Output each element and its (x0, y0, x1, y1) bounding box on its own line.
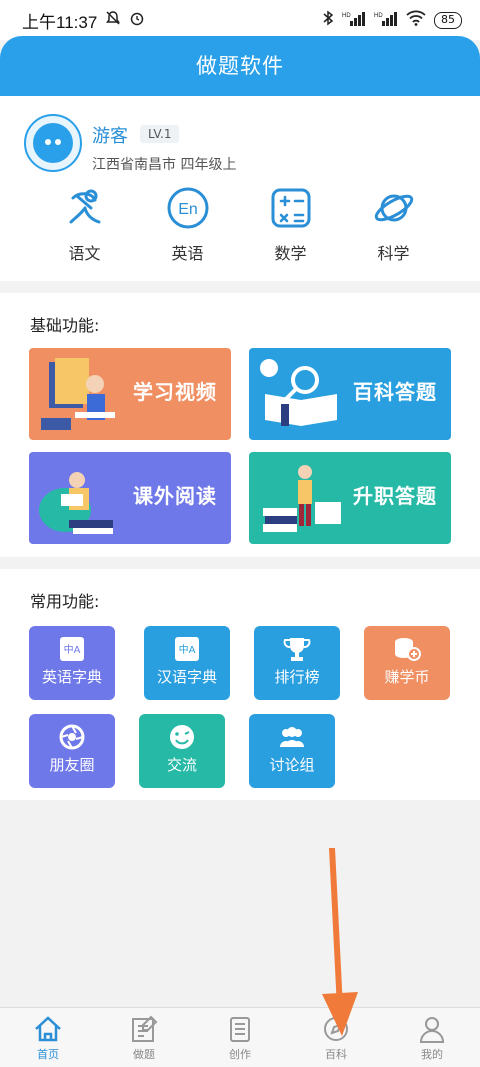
section-title-basic: 基础功能: (30, 316, 100, 335)
trophy-icon (280, 634, 314, 664)
basic-functions-section: 基础功能: 学习视频 百科答题 课外阅读 升职答题 (0, 293, 480, 557)
user-name[interactable]: 游客 (92, 122, 128, 148)
robot-face-icon (33, 123, 73, 163)
translate-icon: 中A (55, 634, 89, 664)
bluetooth-icon (322, 10, 334, 30)
app-header: 做题软件 (0, 36, 480, 96)
section-title-common: 常用功能: (30, 592, 100, 611)
annotation-arrow-icon (322, 848, 358, 1036)
tab-practice[interactable]: 做题 (96, 1008, 192, 1067)
svg-text:HD: HD (342, 13, 351, 19)
edit-paper-icon (129, 1014, 159, 1044)
translate-icon: 中A (170, 634, 204, 664)
level-badge: LV.1 (140, 125, 180, 143)
english-dictionary-button[interactable]: 中A 英语字典 (29, 626, 115, 700)
alarm-icon (129, 10, 145, 30)
wifi-icon (406, 10, 426, 30)
chinese-dictionary-button[interactable]: 中A 汉语字典 (144, 626, 230, 700)
discussion-group-button[interactable]: 讨论组 (249, 714, 335, 788)
subject-science[interactable]: 科学 (342, 184, 445, 264)
bottom-tab-bar: 首页 做题 创作 百科 我的 (0, 1007, 480, 1067)
signal-icon-1: HD (342, 10, 366, 30)
avatar[interactable] (24, 114, 82, 172)
user-location-grade: 江西省南昌市 四年级上 (92, 157, 237, 173)
battery-indicator: 85 (434, 11, 462, 29)
subject-math[interactable]: 数学 (239, 184, 342, 264)
book-magnifier-icon (260, 359, 337, 426)
common-functions-section: 常用功能: 中A 英语字典 中A 汉语字典 排行榜 赚学币 朋友圈 交流 讨论组 (0, 569, 480, 800)
chinese-icon (61, 184, 109, 232)
home-icon (33, 1014, 63, 1044)
tab-home[interactable]: 首页 (0, 1008, 96, 1067)
svg-text:En: En (178, 201, 198, 218)
status-bar: 上午11:37 HD HD 85 (0, 0, 480, 40)
subject-english[interactable]: En 英语 (136, 184, 239, 264)
science-icon (370, 184, 418, 232)
english-icon: En (164, 184, 212, 232)
profile-card: 游客 LV.1 江西省南昌市 四年级上 语文 En 英语 数学 科学 (0, 96, 480, 281)
user-icon (417, 1014, 447, 1044)
tab-create[interactable]: 创作 (192, 1008, 288, 1067)
coins-icon (390, 634, 424, 664)
tab-mine[interactable]: 我的 (384, 1008, 480, 1067)
mute-bell-icon (105, 10, 121, 30)
subject-row: 语文 En 英语 数学 科学 (0, 184, 480, 264)
moments-button[interactable]: 朋友圈 (29, 714, 115, 788)
encyclopedia-quiz-card[interactable]: 百科答题 (249, 348, 451, 440)
camera-aperture-icon (55, 722, 89, 752)
notebook-icon (225, 1014, 255, 1044)
study-video-card[interactable]: 学习视频 (29, 348, 231, 440)
status-time: 上午11:37 (22, 12, 98, 32)
svg-text:中A: 中A (179, 643, 196, 656)
books-person-icon (263, 465, 341, 532)
subject-chinese[interactable]: 语文 (33, 184, 136, 264)
extracurricular-reading-card[interactable]: 课外阅读 (29, 452, 231, 544)
group-users-icon (275, 722, 309, 752)
smiley-icon (165, 722, 199, 752)
math-icon (267, 184, 315, 232)
leaderboard-button[interactable]: 排行榜 (254, 626, 340, 700)
earn-coins-button[interactable]: 赚学币 (364, 626, 450, 700)
study-illustration-icon (41, 358, 115, 430)
signal-icon-2: HD (374, 10, 398, 30)
chat-button[interactable]: 交流 (139, 714, 225, 788)
promotion-quiz-card[interactable]: 升职答题 (249, 452, 451, 544)
svg-text:HD: HD (374, 13, 383, 19)
page-title: 做题软件 (196, 54, 284, 78)
reading-illustration-icon (39, 472, 113, 534)
svg-text:中A: 中A (64, 643, 81, 656)
